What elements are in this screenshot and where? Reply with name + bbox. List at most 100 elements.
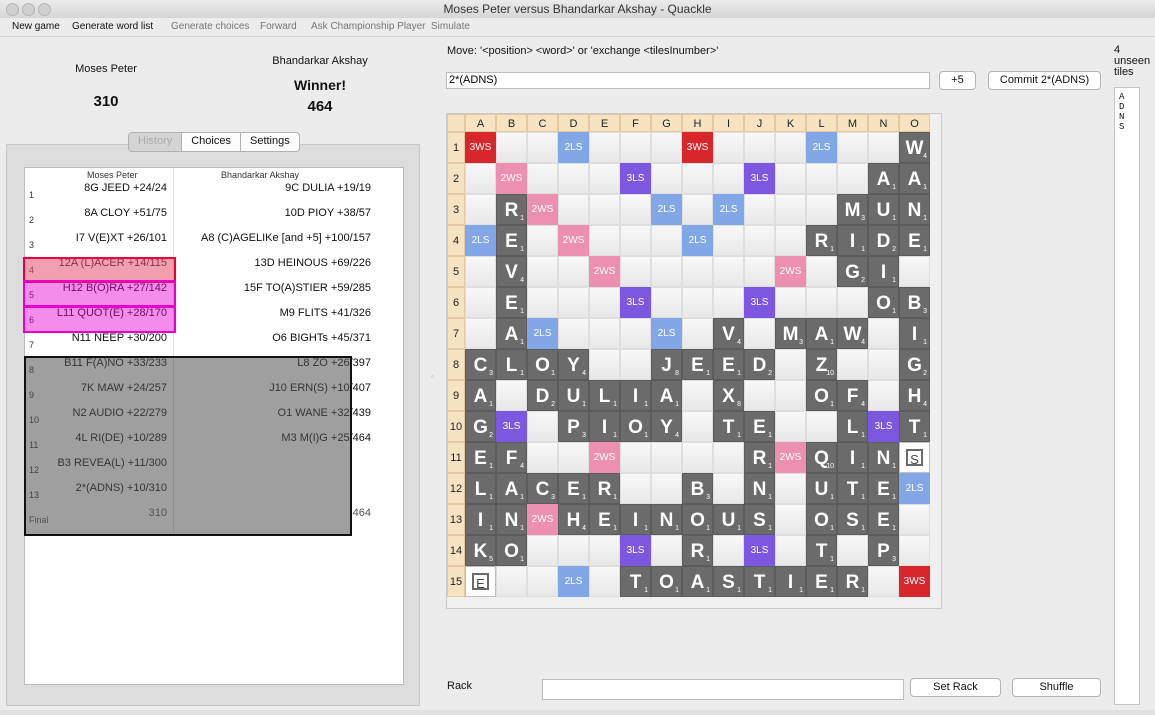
board-square[interactable] [620, 442, 651, 473]
board-square[interactable] [775, 411, 806, 442]
letter-tile[interactable]: R1 [837, 566, 868, 597]
history-row[interactable]: 2 8A CLOY +51/75 10D PIOY +38/57 [25, 203, 375, 228]
board-square[interactable] [589, 287, 620, 318]
board-square[interactable] [868, 318, 899, 349]
board-square[interactable] [651, 256, 682, 287]
board-square[interactable] [620, 256, 651, 287]
history-row[interactable]: 3 I7 V(E)XT +26/101 A8 (C)AGELIKe [and +5]… [25, 228, 375, 253]
board-square[interactable] [527, 163, 558, 194]
commit-button[interactable]: Commit 2*(ADNS) [988, 71, 1101, 90]
letter-tile[interactable]: T1 [744, 566, 775, 597]
premium-square[interactable]: 2LS [527, 318, 558, 349]
board-square[interactable] [713, 287, 744, 318]
letter-tile[interactable]: T1 [899, 411, 930, 442]
letter-tile[interactable]: G2 [837, 256, 868, 287]
board-square[interactable] [589, 318, 620, 349]
board-square[interactable] [465, 163, 496, 194]
board-square[interactable] [713, 225, 744, 256]
letter-tile[interactable]: O1 [868, 287, 899, 318]
premium-square[interactable]: 2LS [899, 473, 930, 504]
letter-tile[interactable]: I1 [837, 225, 868, 256]
board-square[interactable] [620, 473, 651, 504]
board-square[interactable] [682, 256, 713, 287]
board-square[interactable] [868, 566, 899, 597]
letter-tile[interactable]: W4 [899, 132, 930, 163]
tab-choices[interactable]: Choices [182, 133, 241, 151]
letter-tile[interactable]: U1 [806, 473, 837, 504]
board-square[interactable] [775, 504, 806, 535]
letter-tile[interactable]: A1 [465, 380, 496, 411]
board-square[interactable] [713, 535, 744, 566]
board-square[interactable] [651, 225, 682, 256]
letter-tile[interactable]: I1 [620, 380, 651, 411]
letter-tile[interactable]: E1 [744, 411, 775, 442]
letter-tile[interactable]: Y4 [558, 349, 589, 380]
premium-square[interactable]: 2WS [589, 256, 620, 287]
premium-square[interactable]: 2WS [527, 194, 558, 225]
premium-square[interactable]: 2WS [558, 225, 589, 256]
board-square[interactable] [744, 132, 775, 163]
board-square[interactable] [527, 442, 558, 473]
forward-button[interactable]: Forward [260, 21, 297, 32]
premium-square[interactable]: 3LS [744, 535, 775, 566]
premium-square[interactable]: 2LS [713, 194, 744, 225]
board-square[interactable] [527, 132, 558, 163]
set-rack-button[interactable]: Set Rack [910, 678, 1001, 697]
letter-tile[interactable]: N1 [899, 194, 930, 225]
letter-tile[interactable]: N1 [868, 442, 899, 473]
premium-square[interactable]: 2LS [806, 132, 837, 163]
letter-tile[interactable]: T1 [837, 473, 868, 504]
board-square[interactable] [589, 132, 620, 163]
board-square[interactable] [682, 194, 713, 225]
board-square[interactable] [527, 411, 558, 442]
ask-championship-player-button[interactable]: Ask Championship Player [311, 21, 426, 32]
letter-tile[interactable]: B3 [682, 473, 713, 504]
letter-tile[interactable]: O1 [806, 504, 837, 535]
shuffle-button[interactable]: Shuffle [1012, 678, 1101, 697]
history-row[interactable]: 1 8G JEED +24/24 9C DULIA +19/19 [25, 178, 375, 203]
premium-square[interactable]: 3LS [868, 411, 899, 442]
letter-tile[interactable]: I1 [465, 504, 496, 535]
letter-tile[interactable]: R1 [682, 535, 713, 566]
letter-tile[interactable]: R1 [806, 225, 837, 256]
letter-tile[interactable]: V4 [496, 256, 527, 287]
letter-tile[interactable]: O1 [527, 349, 558, 380]
blank-tile[interactable]: S [899, 442, 930, 473]
letter-tile[interactable]: R1 [496, 194, 527, 225]
board-square[interactable] [496, 566, 527, 597]
letter-tile[interactable]: C3 [527, 473, 558, 504]
letter-tile[interactable]: E1 [496, 287, 527, 318]
letter-tile[interactable]: Z 10 [806, 349, 837, 380]
letter-tile[interactable]: N1 [496, 504, 527, 535]
game-board[interactable]: A B C D E F G H I J K L M N O 1 3WS 2LS 3WS 2LS W 4 2 2WS 3LS 3LS… [446, 113, 942, 609]
board-square[interactable] [713, 442, 744, 473]
board-square[interactable] [496, 380, 527, 411]
letter-tile[interactable]: T1 [806, 535, 837, 566]
premium-square[interactable]: 3LS [744, 163, 775, 194]
letter-tile[interactable]: M3 [775, 318, 806, 349]
letter-tile[interactable]: L1 [837, 411, 868, 442]
letter-tile[interactable]: Y4 [651, 411, 682, 442]
letter-tile[interactable]: D2 [527, 380, 558, 411]
tab-history[interactable]: History [129, 133, 183, 151]
letter-tile[interactable]: I1 [620, 504, 651, 535]
board-square[interactable] [682, 380, 713, 411]
board-square[interactable] [465, 287, 496, 318]
premium-square[interactable]: 3LS [744, 287, 775, 318]
board-square[interactable] [682, 442, 713, 473]
letter-tile[interactable]: A1 [806, 318, 837, 349]
board-square[interactable] [775, 225, 806, 256]
letter-tile[interactable]: F4 [837, 380, 868, 411]
board-square[interactable] [837, 132, 868, 163]
letter-tile[interactable]: V4 [713, 318, 744, 349]
letter-tile[interactable]: I1 [899, 318, 930, 349]
letter-tile[interactable]: E1 [899, 225, 930, 256]
board-square[interactable] [527, 287, 558, 318]
board-square[interactable] [558, 256, 589, 287]
letter-tile[interactable]: K5 [465, 535, 496, 566]
letter-tile[interactable]: E1 [806, 566, 837, 597]
letter-tile[interactable]: N1 [744, 473, 775, 504]
letter-tile[interactable]: E1 [465, 442, 496, 473]
letter-tile[interactable]: E1 [589, 504, 620, 535]
board-square[interactable] [806, 194, 837, 225]
